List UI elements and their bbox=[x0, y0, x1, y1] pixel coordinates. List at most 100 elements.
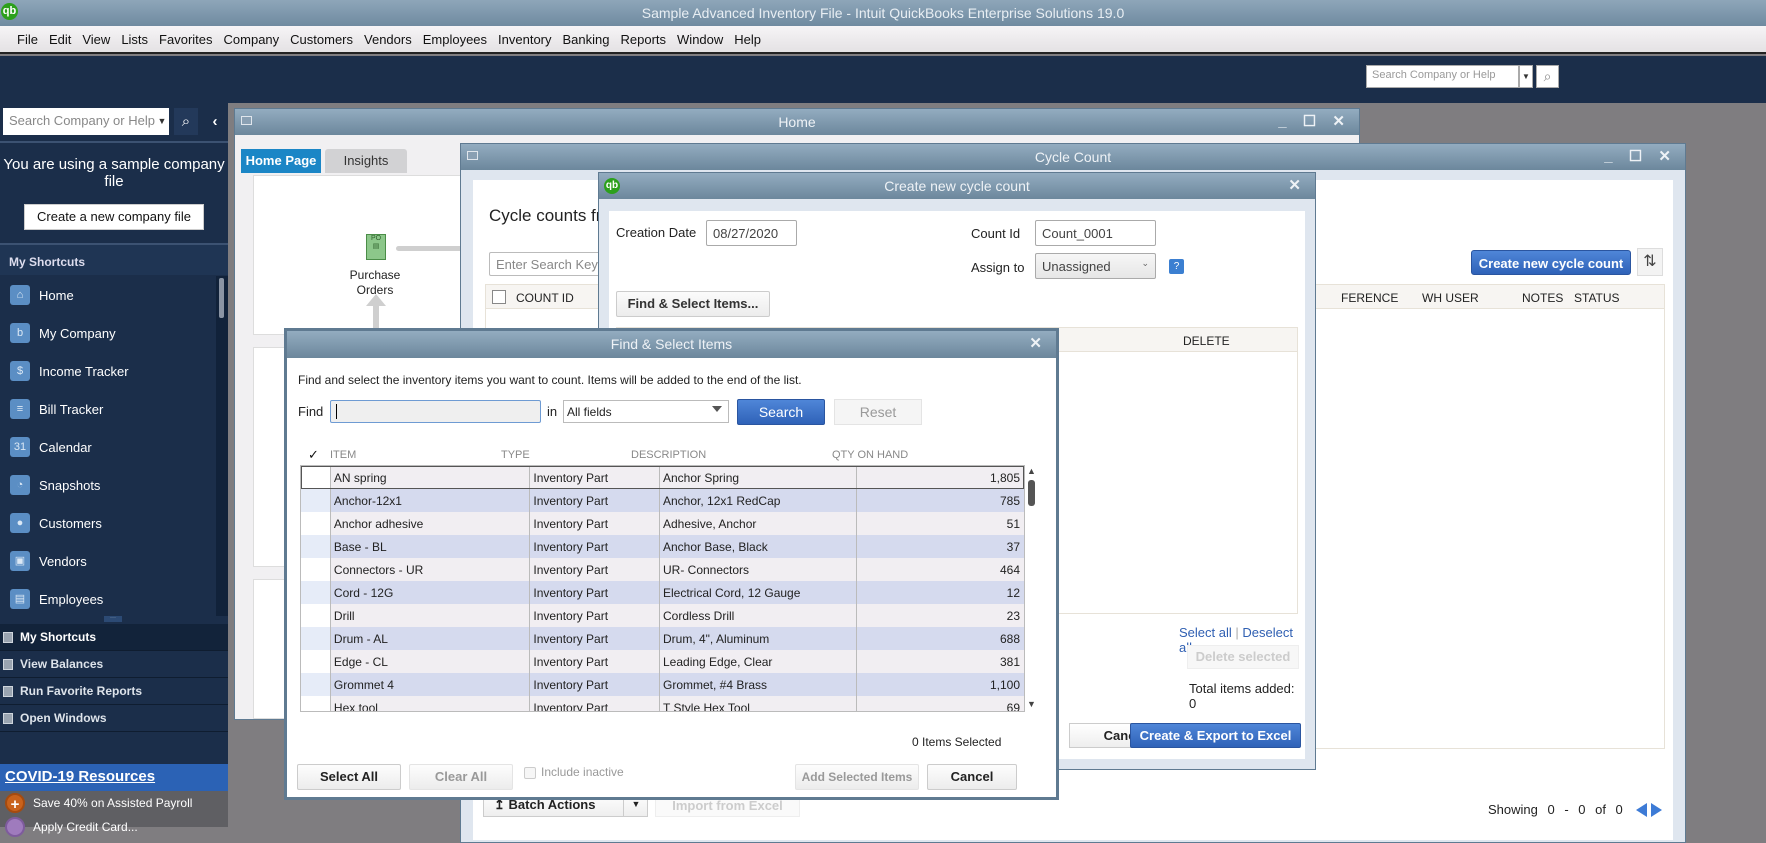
table-row[interactable]: Grommet 4 Inventory Part Grommet, #4 Brass… bbox=[301, 673, 1024, 696]
next-page-icon[interactable] bbox=[1651, 803, 1662, 817]
top-search-icon[interactable]: ⌕ bbox=[1536, 65, 1559, 88]
sidebar-item-income-tracker[interactable]: $ Income Tracker bbox=[0, 352, 216, 390]
window-menu-icon[interactable] bbox=[467, 151, 478, 160]
sidebar-item-bill-tracker[interactable]: ≡ Bill Tracker bbox=[0, 390, 216, 428]
row-checkbox[interactable] bbox=[301, 512, 331, 535]
tab-insights[interactable]: Insights bbox=[325, 149, 407, 173]
sidebar-nav-open-windows[interactable]: Open Windows bbox=[0, 705, 228, 732]
menu-company[interactable]: Company bbox=[224, 32, 280, 47]
col-item[interactable]: ITEM bbox=[330, 449, 356, 461]
row-checkbox[interactable] bbox=[301, 581, 331, 604]
promo-credit[interactable]: Apply Credit Card... bbox=[0, 815, 228, 839]
sidebar-item-calendar[interactable]: 31 Calendar bbox=[0, 428, 216, 466]
menu-banking[interactable]: Banking bbox=[563, 32, 610, 47]
delete-selected-button[interactable]: Delete selected bbox=[1187, 645, 1299, 669]
col-status[interactable]: STATUS bbox=[1574, 291, 1620, 305]
create-export-excel-button[interactable]: Create & Export to Excel bbox=[1130, 723, 1301, 748]
shortcut-scrollbar[interactable] bbox=[216, 276, 228, 616]
sidebar-search-input[interactable]: Search Company or Help bbox=[3, 108, 169, 135]
table-row[interactable]: Anchor adhesive Inventory Part Adhesive, A… bbox=[301, 512, 1024, 535]
sidebar-collapse-icon[interactable]: ‹ bbox=[205, 108, 225, 135]
sidebar-search-dropdown-icon[interactable]: ▼ bbox=[155, 108, 169, 135]
col-reference[interactable]: FERENCE bbox=[1341, 291, 1398, 305]
select-all-link[interactable]: Select all bbox=[1179, 625, 1232, 640]
top-search-input[interactable]: Search Company or Help bbox=[1366, 65, 1519, 88]
menu-file[interactable]: File bbox=[17, 32, 38, 47]
menu-customers[interactable]: Customers bbox=[290, 32, 353, 47]
row-checkbox[interactable] bbox=[301, 604, 331, 627]
menu-view[interactable]: View bbox=[82, 32, 110, 47]
sidebar-resize-grip[interactable]: ··· bbox=[104, 615, 122, 622]
search-button[interactable]: Search bbox=[737, 399, 825, 425]
find-select-titlebar[interactable]: Find & Select Items ✕ bbox=[287, 331, 1056, 358]
include-inactive-label[interactable]: Include inactive bbox=[541, 765, 624, 779]
row-checkbox[interactable] bbox=[301, 650, 331, 673]
promo-payroll[interactable]: + Save 40% on Assisted Payroll bbox=[0, 791, 228, 815]
menu-employees[interactable]: Employees bbox=[423, 32, 487, 47]
row-checkbox[interactable] bbox=[301, 696, 331, 711]
select-all-checkbox[interactable] bbox=[492, 290, 506, 304]
sidebar-item-my-company[interactable]: b My Company bbox=[0, 314, 216, 352]
create-company-file-button[interactable]: Create a new company file bbox=[24, 204, 204, 230]
include-inactive-checkbox[interactable] bbox=[524, 767, 536, 779]
tab-home-page[interactable]: Home Page bbox=[241, 149, 321, 173]
table-row[interactable]: Drill Inventory Part Cordless Drill 23 bbox=[301, 604, 1024, 627]
shortcut-scrollbar-thumb[interactable] bbox=[219, 278, 224, 318]
creation-date-input[interactable]: 08/27/2020 bbox=[706, 220, 797, 246]
col-type[interactable]: TYPE bbox=[501, 449, 530, 461]
cycle-count-titlebar[interactable]: Cycle Count _ ☐ ✕ bbox=[461, 144, 1685, 170]
prev-page-icon[interactable] bbox=[1636, 803, 1647, 817]
row-checkbox[interactable] bbox=[301, 627, 331, 650]
window-menu-icon[interactable] bbox=[241, 116, 252, 125]
table-row[interactable]: Connectors - UR Inventory Part UR- Connect… bbox=[301, 558, 1024, 581]
scroll-down-icon[interactable]: ▼ bbox=[1027, 699, 1036, 709]
count-id-input[interactable]: Count_0001 bbox=[1035, 220, 1156, 246]
assign-to-select[interactable]: Unassigned ⌄ bbox=[1035, 253, 1156, 279]
col-description[interactable]: DESCRIPTION bbox=[631, 449, 706, 461]
menu-inventory[interactable]: Inventory bbox=[498, 32, 551, 47]
close-icon[interactable]: ✕ bbox=[1029, 331, 1048, 357]
clear-all-button[interactable]: Clear All bbox=[409, 764, 513, 790]
find-input[interactable] bbox=[330, 400, 541, 423]
sidebar-item-home[interactable]: ⌂ Home bbox=[0, 276, 216, 314]
sidebar-item-employees[interactable]: ▤ Employees bbox=[0, 580, 216, 618]
home-window-titlebar[interactable]: Home _ ☐ ✕ bbox=[235, 109, 1359, 135]
window-controls[interactable]: _ ☐ ✕ bbox=[1604, 144, 1677, 170]
row-checkbox[interactable] bbox=[301, 489, 331, 512]
row-checkbox[interactable] bbox=[301, 558, 331, 581]
covid-resources-link[interactable]: COVID-19 Resources bbox=[0, 764, 228, 791]
table-row[interactable]: Hex tool Inventory Part T Style Hex Tool 69 bbox=[301, 696, 1024, 711]
col-count-id[interactable]: COUNT ID bbox=[516, 291, 574, 305]
sidebar-nav-my-shortcuts[interactable]: My Shortcuts bbox=[0, 624, 228, 651]
items-scrollbar[interactable]: ▲ ▼ bbox=[1025, 465, 1038, 712]
create-cycle-titlebar[interactable]: qb Create new cycle count ✕ bbox=[599, 173, 1315, 199]
menu-edit[interactable]: Edit bbox=[49, 32, 71, 47]
menu-lists[interactable]: Lists bbox=[121, 32, 148, 47]
table-row[interactable]: AN spring Inventory Part Anchor Spring 1,80… bbox=[301, 466, 1024, 489]
add-selected-items-button[interactable]: Add Selected Items bbox=[795, 764, 919, 790]
menu-window[interactable]: Window bbox=[677, 32, 723, 47]
select-all-button[interactable]: Select All bbox=[297, 764, 401, 790]
close-icon[interactable]: ✕ bbox=[1288, 173, 1307, 199]
window-controls[interactable]: _ ☐ ✕ bbox=[1278, 109, 1351, 135]
scroll-up-icon[interactable]: ▲ bbox=[1027, 466, 1036, 476]
create-new-cycle-count-button[interactable]: Create new cycle count bbox=[1471, 250, 1631, 275]
table-row[interactable]: Anchor-12x1 Inventory Part Anchor, 12x1 Re… bbox=[301, 489, 1024, 512]
row-checkbox[interactable] bbox=[301, 535, 331, 558]
row-checkbox[interactable] bbox=[301, 673, 331, 696]
sidebar-search-icon[interactable]: ⌕ bbox=[174, 108, 198, 135]
table-row[interactable]: Base - BL Inventory Part Anchor Base, Blac… bbox=[301, 535, 1024, 558]
menu-reports[interactable]: Reports bbox=[621, 32, 667, 47]
chevron-down-icon[interactable] bbox=[712, 406, 722, 412]
table-row[interactable]: Drum - AL Inventory Part Drum, 4", Aluminu… bbox=[301, 627, 1024, 650]
top-search-dropdown-icon[interactable]: ▼ bbox=[1519, 65, 1533, 88]
sidebar-item-customers[interactable]: ● Customers bbox=[0, 504, 216, 542]
col-qty-on-hand[interactable]: QTY ON HAND bbox=[832, 449, 908, 461]
purchase-orders-icon[interactable]: PO ▤ bbox=[366, 234, 386, 260]
table-row[interactable]: Cord - 12G Inventory Part Electrical Cord,… bbox=[301, 581, 1024, 604]
scrollbar-thumb[interactable] bbox=[1028, 480, 1035, 506]
sidebar-nav-run-favorite-reports[interactable]: Run Favorite Reports bbox=[0, 678, 228, 705]
checkmark-icon[interactable]: ✓ bbox=[308, 447, 319, 463]
col-notes[interactable]: NOTES bbox=[1522, 291, 1563, 305]
sidebar-item-snapshots[interactable]: ◔ Snapshots bbox=[0, 466, 216, 504]
